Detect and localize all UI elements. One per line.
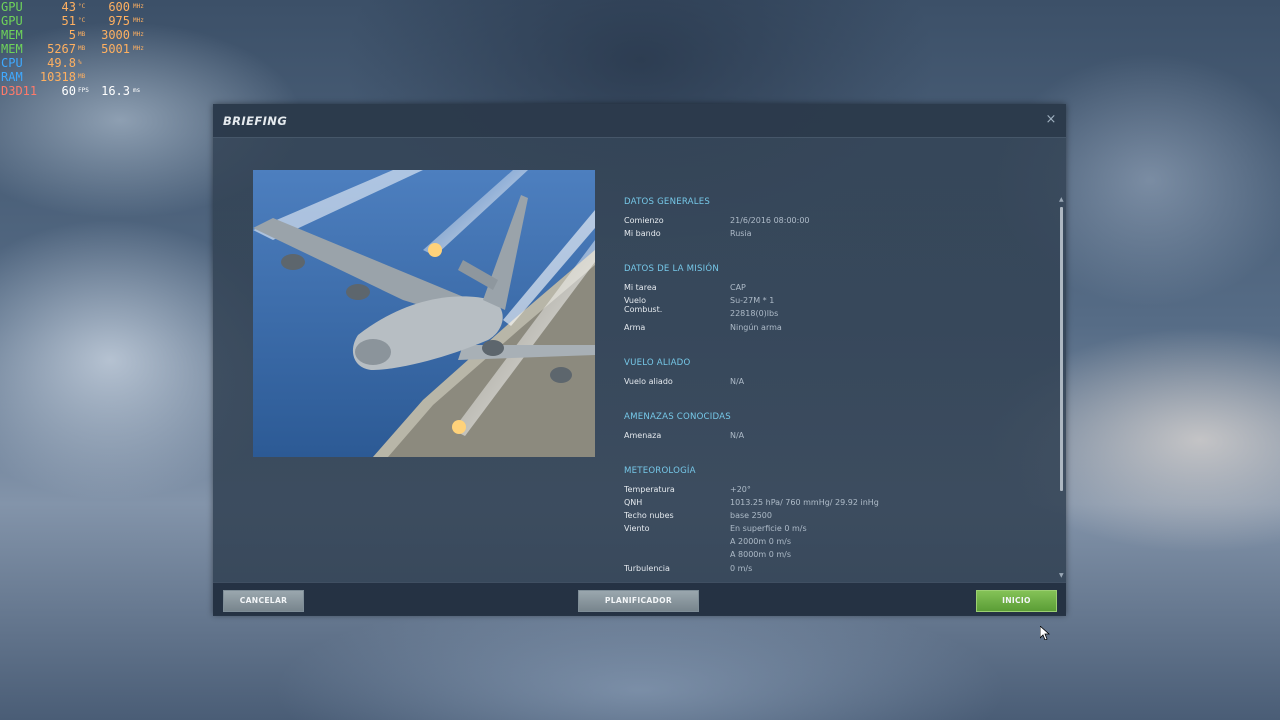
hud-row: MEM 5267 MB 5001 MHz [0,42,150,56]
scroll-up-icon[interactable]: ▲ [1059,197,1064,203]
fuel-value: 22818(0)lbs [730,309,779,318]
hud-unit-secondary: MHz [133,31,144,38]
turbulence-value: 0 m/s [730,564,753,573]
section-title-allied: VUELO ALIADO [624,358,691,368]
cloud-value: base 2500 [730,511,772,520]
hud-unit-secondary: MHz [133,45,144,52]
start-button[interactable]: INICIO [976,590,1057,612]
turbulence-label: Turbulencia [624,564,670,573]
cloud-label: Techo nubes [624,511,674,520]
hud-value-secondary: 3000 [101,28,130,42]
hud-unit: MB [78,45,86,52]
cancel-button[interactable]: CANCELAR [223,590,304,612]
section-title-general: DATOS GENERALES [624,197,710,207]
wind-label: Viento [624,524,650,533]
weapon-label: Arma [624,323,646,332]
side-label: Mi bando [624,229,661,238]
temperature-value: +20° [730,485,751,494]
threat-label: Amenaza [624,431,662,440]
flight-label: Vuelo [624,296,647,305]
allied-value: N/A [730,377,745,386]
hud-unit: MB [78,31,86,38]
hud-value: 43 [61,0,76,14]
hud-unit-secondary: ms [133,87,141,94]
aircraft-illustration [253,170,595,457]
fuel-label: Combust. [624,305,663,314]
dialog-header: BRIEFING × [213,104,1066,138]
scroll-thumb[interactable] [1060,207,1063,491]
hud-label: CPU [1,56,23,70]
hud-unit-secondary: MHz [133,3,144,10]
hud-unit: °C [78,3,86,10]
task-label: Mi tarea [624,283,657,292]
weapon-value: Ningún arma [730,323,782,332]
qnh-label: QNH [624,498,643,507]
task-value: CAP [730,283,746,292]
section-title-weather: METEOROLOGÍA [624,466,696,476]
hud-unit: FPS [78,87,89,94]
performance-overlay: GPU 43 °C 600 MHz GPU 51 °C 975 MHz MEM 5 MB 3000 MHz M… [0,0,150,98]
hud-label: RAM [1,70,23,84]
wind-value-2000: A 2000m 0 m/s [730,537,791,546]
hud-row: CPU 49.8% [0,56,150,70]
side-value: Rusia [730,229,752,238]
hud-unit-secondary: MHz [133,17,144,24]
hud-label: D3D11 [1,84,38,98]
threat-value: N/A [730,431,745,440]
hud-value: 5267 [47,42,76,56]
hud-value-secondary: 975 [108,14,130,28]
section-title-mission: DATOS DE LA MISIÓN [624,264,719,274]
allied-label: Vuelo aliado [624,377,673,386]
planner-button[interactable]: PLANIFICADOR [578,590,699,612]
close-icon[interactable]: × [1044,113,1058,127]
start-label: Comienzo [624,216,664,225]
hud-label: MEM [1,42,23,56]
temperature-label: Temperatura [624,485,675,494]
hud-row: GPU 43 °C 600 MHz [0,0,150,14]
hud-row: GPU 51 °C 975 MHz [0,14,150,28]
start-value: 21/6/2016 08:00:00 [730,216,810,225]
qnh-value: 1013.25 hPa/ 760 mmHg/ 29.92 inHg [730,498,879,507]
wind-value-surface: En superficie 0 m/s [730,524,807,533]
flight-value: Su-27M * 1 [730,296,775,305]
hud-value-secondary: 5001 [101,42,130,56]
hud-value: 60 [61,84,76,98]
hud-row: RAM 10318 MB [0,70,150,84]
hud-label: GPU [1,0,23,14]
hud-value: 10318 [39,70,76,84]
hud-value: 49.8 [47,56,76,70]
hud-label: MEM [1,28,23,42]
hud-label: GPU [1,14,23,28]
hud-value: 51 [61,14,76,28]
hud-unit: MB [78,73,86,80]
section-title-threats: AMENAZAS CONOCIDAS [624,412,731,422]
hud-value-secondary: 600 [108,0,130,14]
hud-row: MEM 5 MB 3000 MHz [0,28,150,42]
briefing-aircraft-image [253,170,595,457]
hud-row: D3D11 60 FPS 16.3 ms [0,84,150,98]
hud-value: 5 [68,28,76,42]
dialog-title: BRIEFING [223,114,288,128]
wind-value-8000: A 8000m 0 m/s [730,550,791,559]
hud-unit: % [78,59,82,66]
dialog-footer: CANCELAR PLANIFICADOR INICIO [213,582,1066,616]
info-scrollbar[interactable]: ▲ ▼ [1059,197,1064,579]
briefing-dialog: BRIEFING × DATOS GENERALES Comienzo 21/6… [213,104,1066,616]
mouse-cursor-icon [1040,626,1050,640]
scroll-down-icon[interactable]: ▼ [1059,573,1064,579]
hud-value-secondary: 16.3 [101,84,130,98]
hud-unit: °C [78,17,86,24]
